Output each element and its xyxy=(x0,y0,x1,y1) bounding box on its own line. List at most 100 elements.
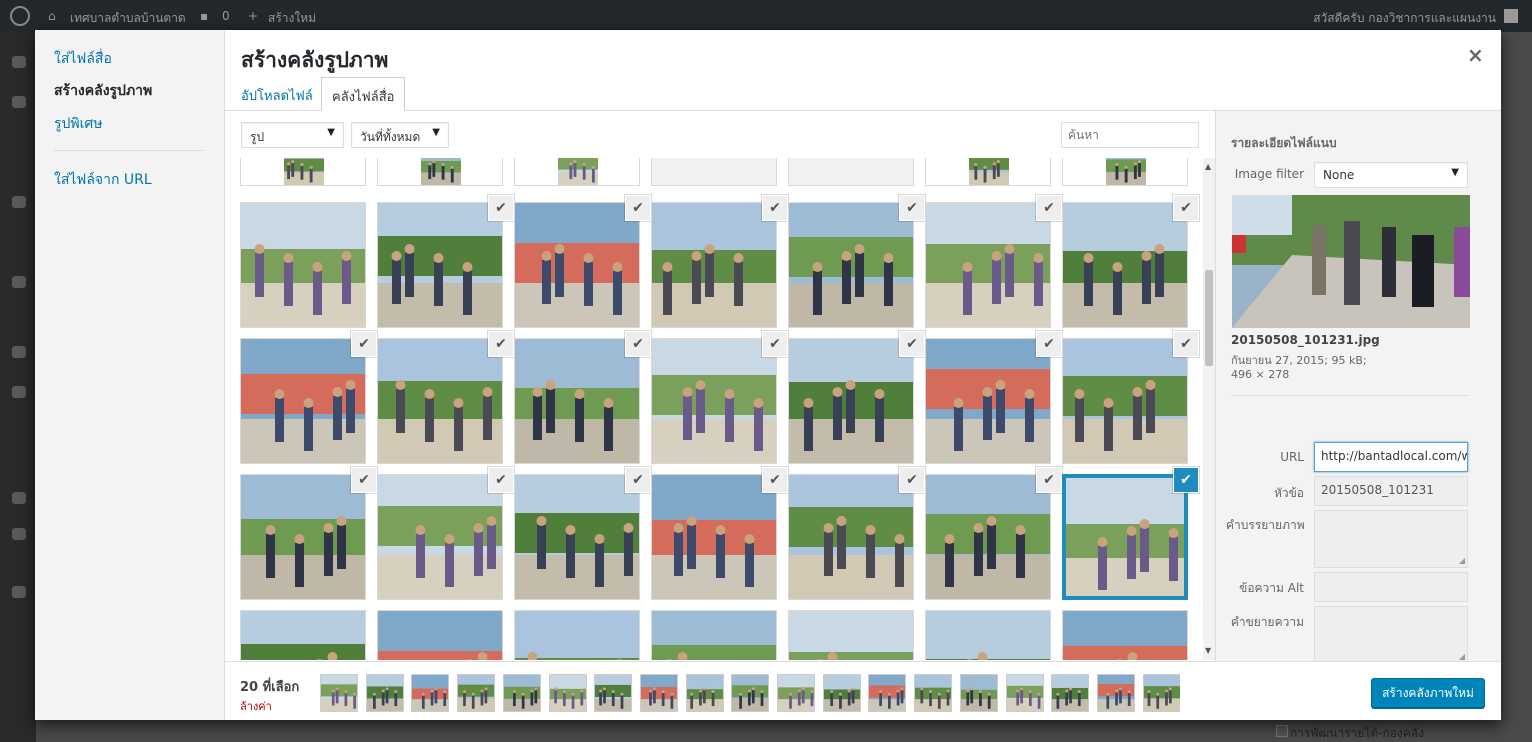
selected-thumbnail[interactable] xyxy=(548,674,587,712)
selected-thumbnail[interactable] xyxy=(365,674,404,712)
plus-icon[interactable]: + xyxy=(248,9,258,23)
grid-scrollbar[interactable]: ▲ ▼ xyxy=(1203,158,1215,660)
check-icon[interactable]: ✔ xyxy=(1174,332,1198,356)
plugins-icon[interactable] xyxy=(12,386,26,398)
media-icon[interactable] xyxy=(12,196,26,208)
selected-thumbnail[interactable] xyxy=(320,674,358,712)
comments-menu-icon[interactable] xyxy=(12,276,26,288)
attachment-thumbnail[interactable] xyxy=(925,202,1051,328)
home-icon[interactable]: ⌂ xyxy=(48,9,56,23)
attachment-thumbnail[interactable] xyxy=(925,610,1051,660)
site-name-link[interactable]: เทศบาลตำบลบ้านตาด xyxy=(70,9,186,28)
comments-icon[interactable]: ▪ xyxy=(200,9,208,23)
selected-thumbnail[interactable] xyxy=(959,674,998,712)
check-icon[interactable]: ✔ xyxy=(763,196,787,220)
attachment-thumbnail[interactable] xyxy=(377,202,503,328)
close-icon[interactable]: × xyxy=(1467,43,1484,67)
selected-thumbnail[interactable] xyxy=(1142,674,1180,712)
attachment-thumbnail[interactable] xyxy=(514,202,640,328)
attachment-thumbnail[interactable] xyxy=(377,610,503,660)
selected-thumbnail[interactable] xyxy=(1051,674,1090,712)
attachment-thumbnail[interactable] xyxy=(651,610,777,660)
selected-thumbnail[interactable] xyxy=(457,674,496,712)
new-content-link[interactable]: สร้างใหม่ xyxy=(268,9,316,28)
attachment-thumbnail[interactable] xyxy=(925,338,1051,464)
attachment-thumbnail[interactable] xyxy=(240,338,366,464)
selected-thumbnail[interactable] xyxy=(777,674,815,712)
wordpress-logo-icon[interactable] xyxy=(10,6,30,26)
check-icon[interactable]: ✔ xyxy=(1174,468,1198,492)
attachment-thumbnail[interactable] xyxy=(651,158,777,186)
appearance-icon[interactable] xyxy=(12,346,26,358)
attachment-thumbnail[interactable] xyxy=(240,202,366,328)
create-gallery-button[interactable]: สร้างคลังภาพใหม่ xyxy=(1371,678,1485,708)
attachment-thumbnail-selected[interactable] xyxy=(1062,474,1188,600)
tools-icon[interactable] xyxy=(12,528,26,540)
posts-icon[interactable] xyxy=(12,96,26,108)
alt-text-field[interactable] xyxy=(1314,572,1468,602)
selected-thumbnail[interactable] xyxy=(502,674,541,712)
attachment-thumbnail[interactable] xyxy=(1062,202,1188,328)
scroll-up-icon[interactable]: ▲ xyxy=(1205,162,1211,171)
avatar[interactable] xyxy=(1504,9,1518,23)
search-input[interactable] xyxy=(1061,122,1199,148)
scrollbar-thumb[interactable] xyxy=(1205,270,1213,366)
attachment-thumbnail[interactable] xyxy=(651,474,777,600)
attachment-thumbnail[interactable] xyxy=(925,158,1051,186)
image-filter-select[interactable]: None ▼ xyxy=(1314,162,1468,188)
check-icon[interactable]: ✔ xyxy=(489,196,513,220)
attachment-thumbnail[interactable] xyxy=(377,338,503,464)
selected-thumbnail[interactable] xyxy=(731,674,770,712)
attachment-thumbnail[interactable] xyxy=(788,474,914,600)
selected-thumbnail[interactable] xyxy=(411,674,450,712)
attachment-thumbnail[interactable] xyxy=(1062,158,1188,186)
check-icon[interactable]: ✔ xyxy=(489,332,513,356)
check-icon[interactable]: ✔ xyxy=(1037,468,1061,492)
attachment-thumbnail[interactable] xyxy=(1062,610,1188,660)
check-icon[interactable]: ✔ xyxy=(489,468,513,492)
attachment-thumbnail[interactable] xyxy=(514,610,640,660)
check-icon[interactable]: ✔ xyxy=(352,468,376,492)
attachment-thumbnail[interactable] xyxy=(788,338,914,464)
selected-thumbnail[interactable] xyxy=(1005,674,1044,712)
resize-handle-icon[interactable]: ◢ xyxy=(1459,556,1465,565)
check-icon[interactable]: ✔ xyxy=(900,196,924,220)
menu-insert-from-url[interactable]: ใส่ไฟล์จาก URL xyxy=(54,169,152,191)
caption-field[interactable]: ◢ xyxy=(1314,510,1468,568)
dashboard-icon[interactable] xyxy=(12,56,26,68)
comments-count[interactable]: 0 xyxy=(222,9,230,23)
attachment-thumbnail[interactable] xyxy=(651,338,777,464)
check-icon[interactable]: ✔ xyxy=(1037,332,1061,356)
menu-create-gallery[interactable]: สร้างคลังรูปภาพ xyxy=(54,80,152,102)
check-icon[interactable]: ✔ xyxy=(900,332,924,356)
attachment-thumbnail[interactable] xyxy=(514,474,640,600)
attachment-thumbnail[interactable] xyxy=(925,474,1051,600)
attachment-thumbnail[interactable] xyxy=(514,338,640,464)
check-icon[interactable]: ✔ xyxy=(763,332,787,356)
scroll-down-icon[interactable]: ▼ xyxy=(1205,646,1211,655)
user-greeting[interactable]: สวัสดีครับ กองวิชาการและแผนงาน xyxy=(1313,9,1496,28)
check-icon[interactable]: ✔ xyxy=(763,468,787,492)
menu-insert-media[interactable]: ใส่ไฟล์สื่อ xyxy=(54,48,112,70)
selected-thumbnail[interactable] xyxy=(594,674,633,712)
url-field[interactable]: http://bantadlocal.com/wp xyxy=(1314,442,1468,472)
attachment-thumbnail[interactable] xyxy=(788,610,914,660)
selected-thumbnail[interactable] xyxy=(914,674,953,712)
selected-thumbnail[interactable] xyxy=(1096,674,1135,712)
check-icon[interactable]: ✔ xyxy=(626,196,650,220)
attachment-thumbnail[interactable] xyxy=(651,202,777,328)
selected-thumbnail[interactable] xyxy=(685,674,724,712)
clear-selection-link[interactable]: ล้างค่า xyxy=(240,697,272,715)
selected-thumbnail[interactable] xyxy=(868,674,907,712)
description-field[interactable]: ◢ xyxy=(1314,606,1468,664)
title-field[interactable]: 20150508_101231 xyxy=(1314,476,1468,506)
check-icon[interactable]: ✔ xyxy=(352,332,376,356)
users-icon[interactable] xyxy=(12,492,26,504)
menu-featured-image[interactable]: รูปพิเศษ xyxy=(54,113,103,135)
selected-thumbnail[interactable] xyxy=(639,674,678,712)
check-icon[interactable]: ✔ xyxy=(626,468,650,492)
attachment-thumbnail[interactable] xyxy=(240,158,366,186)
settings-icon[interactable] xyxy=(12,586,26,598)
media-type-select[interactable]: รูป ▼ xyxy=(241,122,344,148)
attachment-thumbnail[interactable] xyxy=(240,610,366,660)
